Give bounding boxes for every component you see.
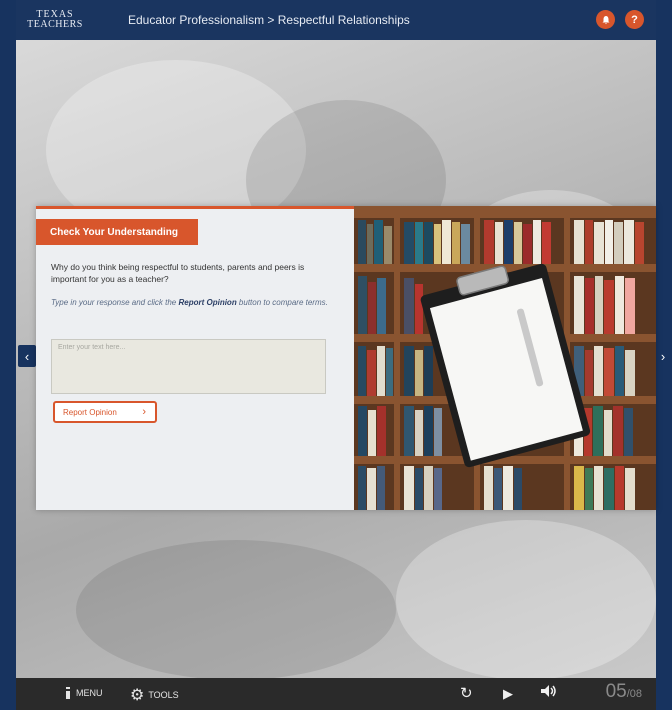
menu-label: MENU <box>76 688 103 698</box>
replay-icon[interactable]: ↻ <box>460 684 473 702</box>
answer-input[interactable]: Enter your text here... <box>51 339 326 394</box>
bookshelf-illustration <box>354 206 656 510</box>
chevron-right-icon: › <box>142 406 146 418</box>
texas-teachers-logo: TEXAS TEACHERS <box>16 0 94 40</box>
page-total: /08 <box>626 688 642 700</box>
logo-line2: TEACHERS <box>27 19 83 30</box>
header-actions: ? <box>596 10 644 29</box>
player-controls-bar: MENU ⚙ TOOLS ↻ ▶ 05/08 <box>16 678 656 710</box>
chevron-right-icon: › <box>660 348 666 364</box>
page-counter: 05/08 <box>606 681 642 703</box>
header-bar: TEXAS TEACHERS Educator Professionalism … <box>16 0 656 40</box>
question-panel: Check Your Understanding Why do you thin… <box>36 206 354 510</box>
instruction-post: button to compare terms. <box>236 298 328 307</box>
section-heading: Check Your Understanding <box>36 219 198 245</box>
report-opinion-label: Report Opinion <box>63 407 117 417</box>
help-button[interactable]: ? <box>625 10 644 29</box>
menu-icon <box>66 687 70 699</box>
play-icon[interactable]: ▶ <box>503 686 513 702</box>
tools-button[interactable]: ⚙ TOOLS <box>130 685 179 705</box>
previous-slide-button[interactable]: ‹ <box>18 345 36 367</box>
background-photo-shadow <box>76 540 396 678</box>
question-text: Why do you think being respectful to stu… <box>51 262 305 284</box>
app-frame: TEXAS TEACHERS Educator Professionalism … <box>0 0 672 710</box>
bell-icon[interactable] <box>596 10 615 29</box>
volume-icon[interactable] <box>540 684 558 702</box>
check-understanding-card: Check Your Understanding Why do you thin… <box>36 206 656 510</box>
instruction-pre: Type in your response and click the <box>51 298 179 307</box>
page-current: 05 <box>605 681 627 702</box>
instruction-bold: Report Opinion <box>178 298 237 307</box>
breadcrumb: Educator Professionalism > Respectful Re… <box>128 13 410 27</box>
chevron-left-icon: ‹ <box>24 348 30 364</box>
bookshelf-clipboard-image <box>354 206 656 510</box>
report-opinion-button[interactable]: Report Opinion › <box>53 401 157 423</box>
gear-icon: ⚙ <box>130 687 145 704</box>
instruction-text: Type in your response and click the Repo… <box>51 297 341 309</box>
tools-label: TOOLS <box>148 690 179 700</box>
menu-button[interactable]: MENU <box>64 687 103 699</box>
background-photo-highlight <box>396 520 656 678</box>
next-slide-button[interactable]: › <box>654 345 672 367</box>
